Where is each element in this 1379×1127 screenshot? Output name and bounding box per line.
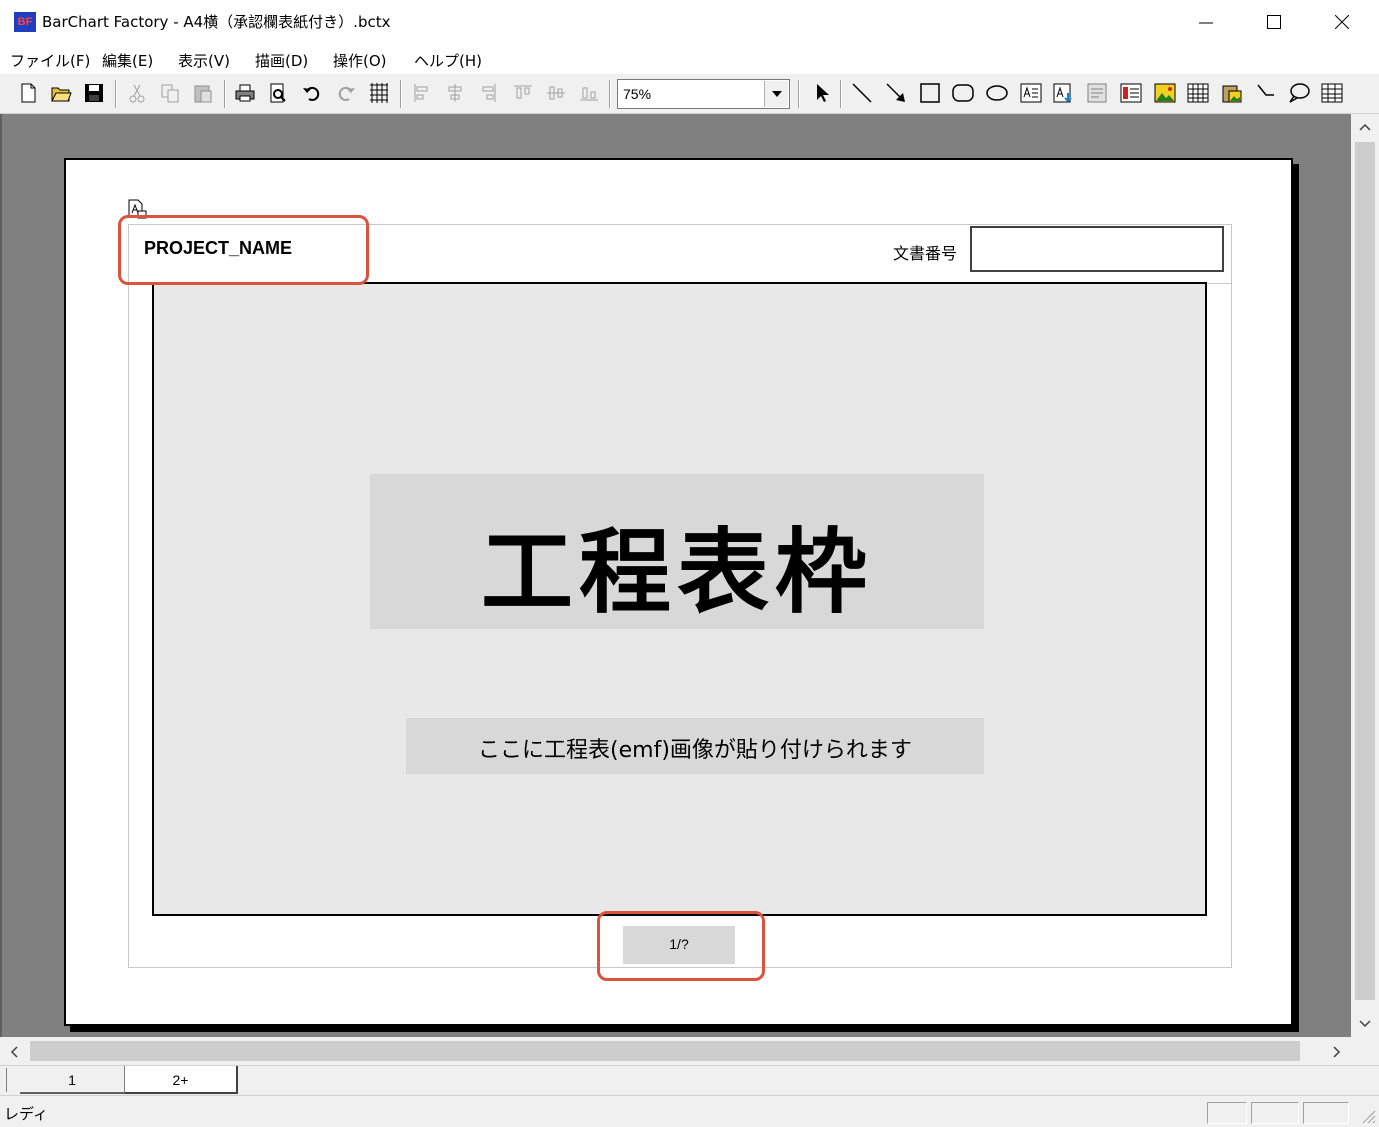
- zoom-value: 75%: [623, 86, 652, 102]
- status-panel: [1207, 1102, 1247, 1124]
- vertical-scrollbar[interactable]: [1351, 114, 1379, 1037]
- close-button[interactable]: [1308, 0, 1376, 44]
- balloon-tool-icon[interactable]: [1287, 81, 1311, 105]
- chart-frame-title: 工程表枠: [480, 519, 873, 626]
- highlight-project-name: [118, 215, 369, 285]
- open-folder-icon[interactable]: [49, 81, 73, 105]
- app-logo-text: BF: [17, 16, 33, 28]
- chart-frame-title-box[interactable]: 工程表枠: [370, 474, 984, 629]
- print-icon[interactable]: [233, 81, 257, 105]
- page-tab-bar: 1 2+: [0, 1065, 1379, 1095]
- paste-icon[interactable]: [191, 81, 215, 105]
- zoom-select[interactable]: 75%: [617, 79, 790, 109]
- status-panel: [1251, 1102, 1299, 1124]
- resize-grip-icon[interactable]: [1358, 1106, 1376, 1124]
- connector-tool-icon[interactable]: [1254, 81, 1278, 105]
- grid-icon[interactable]: [367, 81, 391, 105]
- rounded-rect-tool-icon[interactable]: [951, 81, 975, 105]
- copy-icon[interactable]: [158, 81, 182, 105]
- highlight-page-number: [597, 911, 765, 981]
- image-tool-icon[interactable]: [1153, 81, 1177, 105]
- text-box-tool-icon[interactable]: [1019, 81, 1043, 105]
- menu-edit[interactable]: 編集(E): [102, 50, 153, 71]
- select-pointer-icon[interactable]: [810, 81, 834, 105]
- status-text: レディ: [4, 1105, 48, 1123]
- align-top-icon[interactable]: [511, 81, 535, 105]
- scroll-corner: [1351, 1037, 1379, 1065]
- cut-icon[interactable]: [125, 81, 149, 105]
- rectangle-tool-icon[interactable]: [918, 81, 942, 105]
- chevron-down-icon: [772, 91, 782, 97]
- tab-page-1[interactable]: 1: [20, 1066, 124, 1094]
- redo-icon[interactable]: [334, 81, 358, 105]
- align-bottom-icon[interactable]: [577, 81, 601, 105]
- chart-table-tool-icon[interactable]: [1119, 81, 1143, 105]
- minimize-button[interactable]: [1172, 0, 1240, 44]
- doc-number-field[interactable]: [970, 226, 1224, 272]
- toolbar-separator: [798, 80, 800, 108]
- tab-page-2plus[interactable]: 2+: [124, 1066, 238, 1094]
- align-right-icon[interactable]: [476, 81, 500, 105]
- line-tool-icon[interactable]: [850, 81, 874, 105]
- scroll-down-icon[interactable]: [1357, 1017, 1373, 1031]
- tab-bar-edge: [6, 1068, 8, 1092]
- toolbar: 75%: [0, 74, 1379, 114]
- app-logo-icon: BF: [14, 12, 36, 32]
- chart-frame-note: ここに工程表(emf)画像が貼り付けられます: [478, 738, 912, 763]
- calendar-tool-icon[interactable]: [1186, 81, 1210, 105]
- table-tool-icon[interactable]: [1320, 81, 1344, 105]
- menu-file[interactable]: ファイル(F): [10, 50, 90, 71]
- save-icon[interactable]: [82, 81, 106, 105]
- field-tool-icon[interactable]: [1086, 81, 1110, 105]
- scroll-up-icon[interactable]: [1357, 120, 1373, 134]
- scroll-right-icon[interactable]: [1330, 1044, 1344, 1060]
- vertical-scroll-thumb[interactable]: [1355, 142, 1375, 1000]
- arrow-tool-icon[interactable]: [884, 81, 908, 105]
- maximize-icon: [1267, 15, 1281, 29]
- horizontal-scrollbar[interactable]: [0, 1037, 1351, 1065]
- window-title: BarChart Factory - A4横（承認欄表紙付き）.bctx: [42, 13, 391, 31]
- menu-operate[interactable]: 操作(O): [333, 50, 387, 71]
- menu-help[interactable]: ヘルプ(H): [414, 50, 482, 71]
- toolbar-separator: [400, 80, 402, 108]
- status-panel: [1303, 1102, 1349, 1124]
- menu-bar: ファイル(F) 編集(E) 表示(V) 描画(D) 操作(O) ヘルプ(H): [0, 44, 1379, 74]
- status-bar: レディ: [0, 1095, 1379, 1127]
- title-bar: BF BarChart Factory - A4横（承認欄表紙付き）.bctx: [0, 0, 1379, 44]
- new-file-icon[interactable]: [16, 81, 40, 105]
- menu-draw[interactable]: 描画(D): [255, 50, 308, 71]
- close-icon: [1335, 15, 1349, 29]
- text-insert-tool-icon[interactable]: [1052, 81, 1076, 105]
- zoom-dropdown-button[interactable]: [764, 81, 788, 107]
- scroll-left-icon[interactable]: [7, 1044, 21, 1060]
- app-window: BF BarChart Factory - A4横（承認欄表紙付き）.bctx …: [0, 0, 1379, 1127]
- align-center-icon[interactable]: [443, 81, 467, 105]
- chart-frame-note-box[interactable]: ここに工程表(emf)画像が貼り付けられます: [406, 718, 984, 774]
- document-canvas[interactable]: PROJECT_NAME 文書番号 工程表枠 ここに工程表(emf)画像が貼り付…: [0, 114, 1351, 1037]
- horizontal-scroll-thumb[interactable]: [30, 1041, 1300, 1061]
- minimize-icon: [1199, 22, 1213, 24]
- chart-image-frame[interactable]: 工程表枠 ここに工程表(emf)画像が貼り付けられます: [152, 282, 1207, 916]
- paste-image-tool-icon[interactable]: [1220, 81, 1244, 105]
- ellipse-tool-icon[interactable]: [985, 81, 1009, 105]
- page-sheet: PROJECT_NAME 文書番号 工程表枠 ここに工程表(emf)画像が貼り付…: [64, 158, 1293, 1026]
- undo-icon[interactable]: [300, 81, 324, 105]
- toolbar-separator: [224, 80, 226, 108]
- align-middle-icon[interactable]: [544, 81, 568, 105]
- menu-view[interactable]: 表示(V): [178, 50, 230, 71]
- toolbar-separator: [609, 80, 611, 108]
- print-preview-icon[interactable]: [266, 81, 290, 105]
- align-left-icon[interactable]: [410, 81, 434, 105]
- toolbar-separator: [115, 80, 117, 108]
- doc-number-label: 文書番号: [893, 244, 958, 263]
- maximize-button[interactable]: [1240, 0, 1308, 44]
- toolbar-separator: [840, 80, 842, 108]
